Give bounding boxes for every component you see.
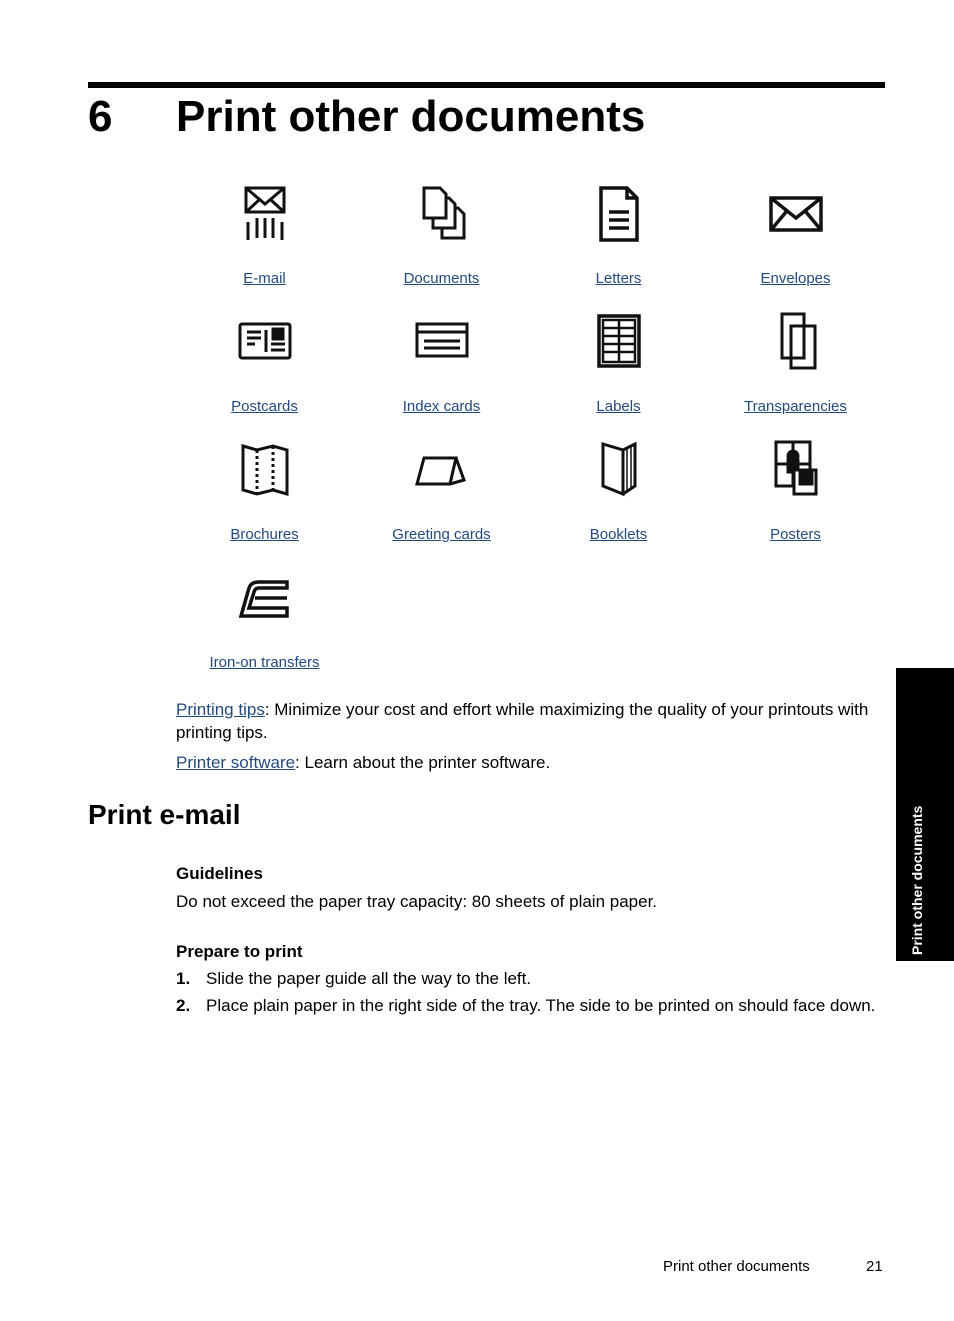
doc-type-link[interactable]: E-mail: [176, 270, 353, 287]
step-text: Place plain paper in the right side of t…: [206, 996, 876, 1015]
doc-type-greeting-cards[interactable]: Greeting cards: [353, 436, 530, 564]
index-card-icon: [415, 322, 468, 358]
documents-icon: [422, 186, 465, 240]
page-number: 21: [866, 1258, 883, 1275]
step-item: 2. Place plain paper in the right side o…: [176, 994, 888, 1017]
guidelines-text: Do not exceed the paper tray capacity: 8…: [176, 892, 658, 911]
transparencies-icon: [780, 312, 816, 370]
chapter-number: 6: [88, 92, 113, 141]
chapter-side-tab: Print other documents: [896, 668, 954, 961]
printing-tips-link[interactable]: Printing tips: [176, 700, 265, 719]
doc-type-posters[interactable]: Posters: [707, 436, 884, 564]
email-icon: [244, 186, 285, 240]
doc-type-envelopes[interactable]: Envelopes: [707, 180, 884, 308]
doc-type-link[interactable]: Postcards: [176, 398, 353, 415]
letter-icon: [598, 186, 639, 242]
doc-type-link[interactable]: Labels: [530, 398, 707, 415]
doc-type-link[interactable]: Envelopes: [707, 270, 884, 287]
postcard-icon: [238, 322, 291, 360]
doc-type-index-cards[interactable]: Index cards: [353, 308, 530, 436]
doc-type-link[interactable]: Documents: [353, 270, 530, 287]
envelope-icon: [768, 196, 823, 232]
printer-software-link[interactable]: Printer software: [176, 753, 295, 772]
doc-type-labels[interactable]: Labels: [530, 308, 707, 436]
step-text: Slide the paper guide all the way to the…: [206, 969, 532, 988]
doc-type-link[interactable]: Iron-on transfers: [176, 654, 353, 671]
doc-type-link[interactable]: Brochures: [176, 526, 353, 543]
doc-type-link[interactable]: Greeting cards: [353, 526, 530, 543]
step-number: 2.: [176, 996, 191, 1015]
doc-type-postcards[interactable]: Postcards: [176, 308, 353, 436]
step-item: 1. Slide the paper guide all the way to …: [176, 967, 888, 990]
doc-type-brochures[interactable]: Brochures: [176, 436, 353, 564]
printing-tips-desc: : Minimize your cost and effort while ma…: [176, 700, 869, 742]
doc-type-iron-on-transfers[interactable]: Iron-on transfers: [176, 564, 353, 692]
labels-icon: [596, 314, 641, 368]
side-tab-label: Print other documents: [909, 805, 925, 955]
guidelines-heading: Guidelines: [176, 864, 263, 883]
poster-icon: [774, 440, 817, 496]
doc-type-link[interactable]: Letters: [530, 270, 707, 287]
doc-type-link[interactable]: Booklets: [530, 526, 707, 543]
chapter-title: Print other documents: [176, 92, 646, 141]
iron-icon: [238, 580, 289, 618]
doc-type-letters[interactable]: Letters: [530, 180, 707, 308]
chapter-rule: [88, 82, 885, 88]
doc-type-link[interactable]: Index cards: [353, 398, 530, 415]
doc-type-link[interactable]: Transparencies: [707, 398, 884, 415]
footer-title: Print other documents: [663, 1258, 810, 1275]
section-title: Print e-mail: [88, 799, 241, 830]
printer-software-desc: : Learn about the printer software.: [295, 753, 551, 772]
doc-type-booklets[interactable]: Booklets: [530, 436, 707, 564]
doc-type-documents[interactable]: Documents: [353, 180, 530, 308]
related-printer-software: Printer software: Learn about the printe…: [176, 751, 888, 774]
greeting-card-icon: [414, 456, 466, 486]
prepare-heading: Prepare to print: [176, 942, 303, 961]
doc-type-link[interactable]: Posters: [707, 526, 884, 543]
related-printing-tips: Printing tips: Minimize your cost and ef…: [176, 698, 888, 744]
doc-type-email[interactable]: E-mail: [176, 180, 353, 308]
step-number: 1.: [176, 969, 191, 988]
brochure-icon: [241, 444, 288, 496]
doc-type-transparencies[interactable]: Transparencies: [707, 308, 884, 436]
booklet-icon: [601, 441, 636, 497]
